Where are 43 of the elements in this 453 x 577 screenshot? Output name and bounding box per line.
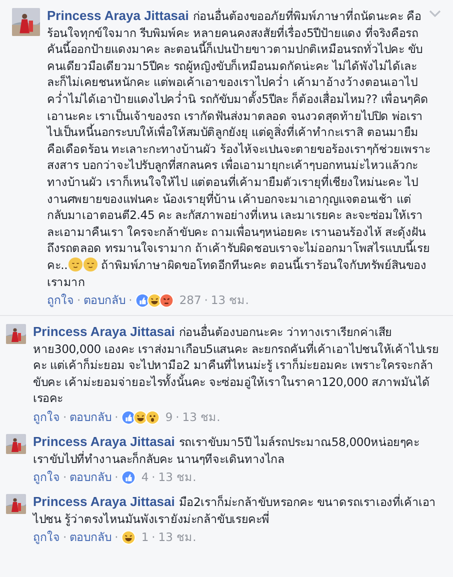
- separator-dot: ·: [114, 410, 118, 424]
- reply-link[interactable]: ตอบกลับ: [70, 528, 112, 546]
- like-reaction-icon: [121, 470, 136, 485]
- author-link[interactable]: Princess Araya Jittasai: [47, 8, 189, 23]
- relieved-face-icon: [82, 256, 98, 272]
- reply-link[interactable]: ตอบกลับ: [70, 468, 112, 486]
- like-link[interactable]: ถูกใจ: [33, 528, 60, 546]
- comment-text: Princess Araya Jittasai มือ2เราก็ม่ะกล้าขับหรอกคะ ขนาดรถเราเองที่เค้าเอาไปชน รู้ว่าตรงไหนมันพังเรายังม่ะกล้าขับเรยคะพี่: [33, 494, 437, 528]
- comment-time: 13 ชม.: [182, 409, 220, 426]
- separator-dot: ·: [63, 410, 67, 424]
- reaction-count: 287: [179, 293, 202, 308]
- separator-dot: ·: [204, 293, 208, 308]
- separator-dot: ·: [63, 530, 67, 544]
- comment-time: 13 ชม.: [158, 469, 196, 486]
- comment-time: 13 ชม.: [210, 292, 249, 310]
- separator-dot: ·: [114, 530, 118, 544]
- reaction-count: 1: [141, 530, 149, 544]
- reaction-count: 4: [141, 470, 149, 484]
- reaction-count: 9: [165, 410, 173, 424]
- author-link[interactable]: Princess Araya Jittasai: [33, 434, 175, 450]
- separator-dot: ·: [152, 530, 156, 544]
- laughing-face-icon: [121, 530, 136, 545]
- like-link[interactable]: ถูกใจ: [33, 408, 60, 426]
- reply-link[interactable]: ตอบกลับ: [84, 291, 126, 310]
- separator-dot: ·: [63, 470, 67, 484]
- relieved-face-icon: [68, 256, 83, 272]
- reply-link[interactable]: ตอบกลับ: [70, 408, 112, 426]
- separator-dot: ·: [128, 293, 132, 308]
- comment-text: Princess Araya Jittasai ก่อนอื่นต้องบอกนะคะ ว่าทางเราเรียกค่าเสียหาย300,000 เองคะ เราส่งมาเกือบ5แสนคะ ละยกรถคันที่เค้าเอาไปชนให้เค้าไปเรยคะ แต่เค้าก็ม่ะยอม จะไปหามือ2 มาคืนที่ไหนม่ะรู้ เราก็ม่ะยอมคะ เพราะใครจะกล้าขับคะ เค้าม่ะยอมจ่ายอะไรทั้งนั้นคะ จะซ่อมอู่ให้เราในราคา120,000 สภาพมันได้เรอคะ: [33, 324, 439, 408]
- separator-dot: ·: [77, 293, 81, 308]
- chevron-down-icon[interactable]: [429, 10, 441, 18]
- comment-text: Princess Araya Jittasai รถเราขับมา5ปี ไมล์รถประมาณ58,000หน่อยๆคะ เราขับไปที่ทำงานละก็กลับคะ นานๆทีจะเดินทางไกล: [33, 434, 420, 468]
- author-link[interactable]: Princess Araya Jittasai: [33, 494, 175, 510]
- author-link[interactable]: Princess Araya Jittasai: [33, 324, 175, 340]
- angry-face-icon: [159, 292, 174, 308]
- separator-dot: ·: [152, 470, 156, 484]
- comment-text: Princess Araya Jittasai ก่อนอื่นต้องขออภัยที่พิมพ์ภาษาที่ถนัดนะคะ คือร้อนใจทุกข์ใจมาก รีบพิมพ์คะ หลายคนคงสงสัยที่เรื่อง5ปีป้ายแดง ที่จริงคือรถคันนี้ออกป้ายแดงมาคะ ละตอนนี้ก็เปนป้ายขาวตามปกติเหมือนรถทั่วไปคะ ขับคนเดียวมือเดียวมา5ปีคะ รถผู้หญิงขับก็เหมือนมดกัดน่ะคะ ไม่ได้พังไม่ได้เละ ละก็ไม่เคยชนหนักคะ แต่พอเค้าเอาของเราไปคว่ำ เค้ามาอ้างว้างตอนเอาไปคว่ำไม่ได้เอาป้ายแดงไปคว่ำนิ รถกัขับมาตั้ง5ปีละ ก็ต้องเสื่อมไหม?? เพื่อนๆคิดเอานะคะ เราเป็นเจ้าของรถ เรากัดฟันส่งมาตลอด จนงวดสุดท้ายไปปิด พ่อเราไปเป็นหนี้นอกระบบให้เพื่อให้สมบัติลูกยังยุ แต่ดูสิ่งที่เค้าทำกะเราสิ ตอนมายืมคือเดือดร้อน ทะเลาะกะทางบ้านผัว ร้องไห้จะเปนจะตายขอร้องเราๆก้ช่วยเพราะสงสาร บอกว่าจะไปรับลูกที่สกลนคร เพื่อเอามายุกะเค้าๆบอกทนม่ะไหวแล้วกะทางบ้านผัว เราก็เหนใจให้ไป แต่ตอนที่เค้ามายืมตัวเรายุที่เชียงใหม่นะคะ ไปงานศพยายของแฟนคะ น้องเรายุที่บ้าน เค้าบอกจะมาเอากุญแจตอนเช้า แต่กลับมาเอาตอนตี2.45 คะ ละกัสภาพอย่างที่เหน เละมาเรยคะ ละจะซ่อมให้เราละเอามาคืนเรา ใครจะกล้าขับคะ ถามเพื่อนๆหน่อยคะ เรานอนร้องไห้ สะดุ้งฝันถึงรถตลอด ทรมานใจเรามาก ถ้าเค้ารับผิดชอบเราจะไม่ออกมาโพสไรแบบนี้เรยคะ.. ถ้าพิมพ์ภาษาผิดขอโทดอีกทีนะคะ ตอนนี้เราร้อนใจกับทรัพย์สินของเรามาก: [47, 8, 431, 290]
- surprised-face-icon: [145, 410, 160, 425]
- comment-time: 13 ชม.: [158, 529, 196, 546]
- separator-dot: ·: [176, 410, 180, 424]
- separator-dot: ·: [114, 470, 118, 484]
- like-link[interactable]: ถูกใจ: [33, 468, 60, 486]
- like-link[interactable]: ถูกใจ: [47, 291, 74, 310]
